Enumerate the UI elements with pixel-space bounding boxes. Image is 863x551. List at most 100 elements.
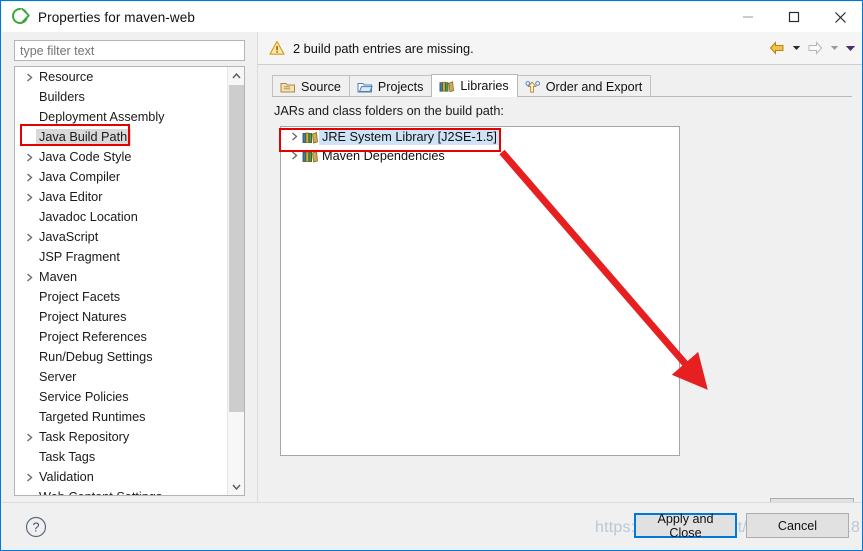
chevron-right-icon[interactable] [23, 192, 37, 202]
message-bar: 2 build path entries are missing. [258, 32, 862, 65]
sidebar-item-javadoc-location[interactable]: Javadoc Location [15, 207, 227, 227]
sidebar-item-label: Web Content Settings [37, 490, 162, 495]
settings-tree[interactable]: Resource Builders Deployment Assembly Java … [14, 66, 245, 496]
sidebar-item-java-editor[interactable]: Java Editor [15, 187, 227, 207]
filter-input[interactable] [14, 40, 245, 61]
sidebar-item-java-compiler[interactable]: Java Compiler [15, 167, 227, 187]
sidebar-item-label: Project Facets [39, 290, 121, 304]
sidebar-item-task-tags[interactable]: Task Tags [15, 447, 227, 467]
order-export-icon [525, 79, 541, 94]
close-button[interactable] [817, 2, 862, 32]
libraries-books-icon [439, 79, 455, 94]
back-arrow-icon[interactable] [767, 39, 787, 57]
history-menu-chevron-down-icon[interactable] [843, 39, 857, 57]
window-title: Properties for maven-web [38, 9, 195, 25]
window-controls [725, 2, 862, 32]
sidebar-item-label: Java Code Style [39, 150, 132, 164]
chevron-right-icon[interactable] [23, 152, 37, 162]
properties-dialog: Properties for maven-web Resource Builder… [0, 0, 863, 551]
warning-icon [269, 40, 285, 56]
tab-label: Source [301, 79, 341, 94]
sidebar-item-javascript[interactable]: JavaScript [15, 227, 227, 247]
library-tree-row[interactable]: Maven Dependencies [281, 146, 679, 165]
cancel-button[interactable]: Cancel [746, 513, 849, 538]
sidebar-item-run-debug-settings[interactable]: Run/Debug Settings [15, 347, 227, 367]
settings-page: 2 build path entries are missing. Source… [257, 32, 862, 502]
back-history-chevron-down-icon[interactable] [789, 39, 803, 57]
sidebar-item-label: Maven [39, 270, 78, 284]
tab-projects[interactable]: Projects [348, 75, 433, 97]
sidebar-item-deployment-assembly[interactable]: Deployment Assembly [15, 107, 227, 127]
scroll-down-icon[interactable] [228, 478, 244, 495]
tab-source[interactable]: Source [272, 75, 350, 97]
section-label: JARs and class folders on the build path… [274, 104, 504, 118]
maximize-button[interactable] [771, 2, 817, 32]
sidebar-item-project-references[interactable]: Project References [15, 327, 227, 347]
help-question-icon[interactable]: ? [24, 515, 48, 539]
scroll-up-icon[interactable] [228, 67, 244, 84]
tab-libraries[interactable]: Libraries [431, 74, 518, 97]
tab-order-and-export[interactable]: Order and Export [516, 75, 652, 97]
library-books-icon [302, 149, 319, 163]
libraries-tree-list: JRE System Library [J2SE-1.5] Maven Depen… [281, 127, 679, 165]
apply-and-close-button[interactable]: Apply and Close [634, 512, 737, 540]
sidebar-item-label: Java Editor [39, 190, 103, 204]
chevron-right-icon[interactable] [288, 151, 302, 160]
sidebar-item-label: JSP Fragment [39, 250, 120, 264]
sidebar-item-label: Run/Debug Settings [39, 350, 153, 364]
settings-sidebar: Resource Builders Deployment Assembly Java … [14, 40, 246, 497]
sidebar-item-maven[interactable]: Maven [15, 267, 227, 287]
scrollbar-thumb[interactable] [229, 85, 244, 412]
sidebar-item-java-build-path[interactable]: Java Build Path [15, 127, 227, 147]
library-tree-label: JRE System Library [J2SE-1.5] [319, 128, 500, 145]
tab-label: Order and Export [545, 79, 643, 94]
sidebar-item-resource[interactable]: Resource [15, 67, 227, 87]
sidebar-item-label: Deployment Assembly [39, 110, 165, 124]
sidebar-item-label: Javadoc Location [39, 210, 138, 224]
sidebar-item-label: Project References [39, 330, 147, 344]
sidebar-item-label: Server [39, 370, 77, 384]
eclipse-logo-icon [12, 7, 31, 26]
sidebar-item-project-facets[interactable]: Project Facets [15, 287, 227, 307]
libraries-tree[interactable]: JRE System Library [J2SE-1.5] Maven Depen… [280, 126, 680, 456]
tab-label: Libraries [460, 79, 509, 93]
settings-tree-list: Resource Builders Deployment Assembly Java … [15, 67, 227, 495]
sidebar-item-label: Task Repository [39, 430, 130, 444]
chevron-right-icon[interactable] [23, 432, 37, 442]
sidebar-item-validation[interactable]: Validation [15, 467, 227, 487]
svg-text:?: ? [33, 521, 40, 535]
sidebar-item-targeted-runtimes[interactable]: Targeted Runtimes [15, 407, 227, 427]
library-books-icon [302, 130, 319, 144]
chevron-right-icon[interactable] [288, 132, 302, 141]
projects-folder-icon [357, 79, 373, 94]
tab-underline [272, 96, 852, 97]
navigation-history-controls [767, 32, 857, 64]
forward-arrow-icon[interactable] [805, 39, 825, 57]
sidebar-item-label: Builders [39, 90, 85, 104]
sidebar-item-builders[interactable]: Builders [15, 87, 227, 107]
message-text: 2 build path entries are missing. [293, 40, 474, 56]
chevron-right-icon[interactable] [23, 172, 37, 182]
sidebar-item-label: JavaScript [39, 230, 99, 244]
library-tree-row[interactable]: JRE System Library [J2SE-1.5] [281, 127, 679, 146]
sidebar-item-web-content-settings[interactable]: Web Content Settings [15, 487, 227, 495]
sidebar-item-java-code-style[interactable]: Java Code Style [15, 147, 227, 167]
minimize-button[interactable] [725, 2, 771, 32]
title-bar: Properties for maven-web [2, 2, 862, 32]
sidebar-item-label: Resource [39, 70, 94, 84]
sidebar-item-label: Java Compiler [39, 170, 121, 184]
chevron-right-icon[interactable] [23, 472, 37, 482]
chevron-right-icon[interactable] [23, 72, 37, 82]
chevron-right-icon[interactable] [23, 272, 37, 282]
tab-label: Projects [377, 79, 424, 94]
sidebar-item-label: Project Natures [39, 310, 127, 324]
sidebar-scrollbar[interactable] [227, 67, 244, 495]
sidebar-item-server[interactable]: Server [15, 367, 227, 387]
sidebar-item-project-natures[interactable]: Project Natures [15, 307, 227, 327]
sidebar-item-task-repository[interactable]: Task Repository [15, 427, 227, 447]
sidebar-item-jsp-fragment[interactable]: JSP Fragment [15, 247, 227, 267]
chevron-right-icon[interactable] [23, 232, 37, 242]
build-path-tabs: Source Projects Libraries Order and Export [272, 74, 852, 97]
forward-history-chevron-down-icon[interactable] [827, 39, 841, 57]
sidebar-item-service-policies[interactable]: Service Policies [15, 387, 227, 407]
